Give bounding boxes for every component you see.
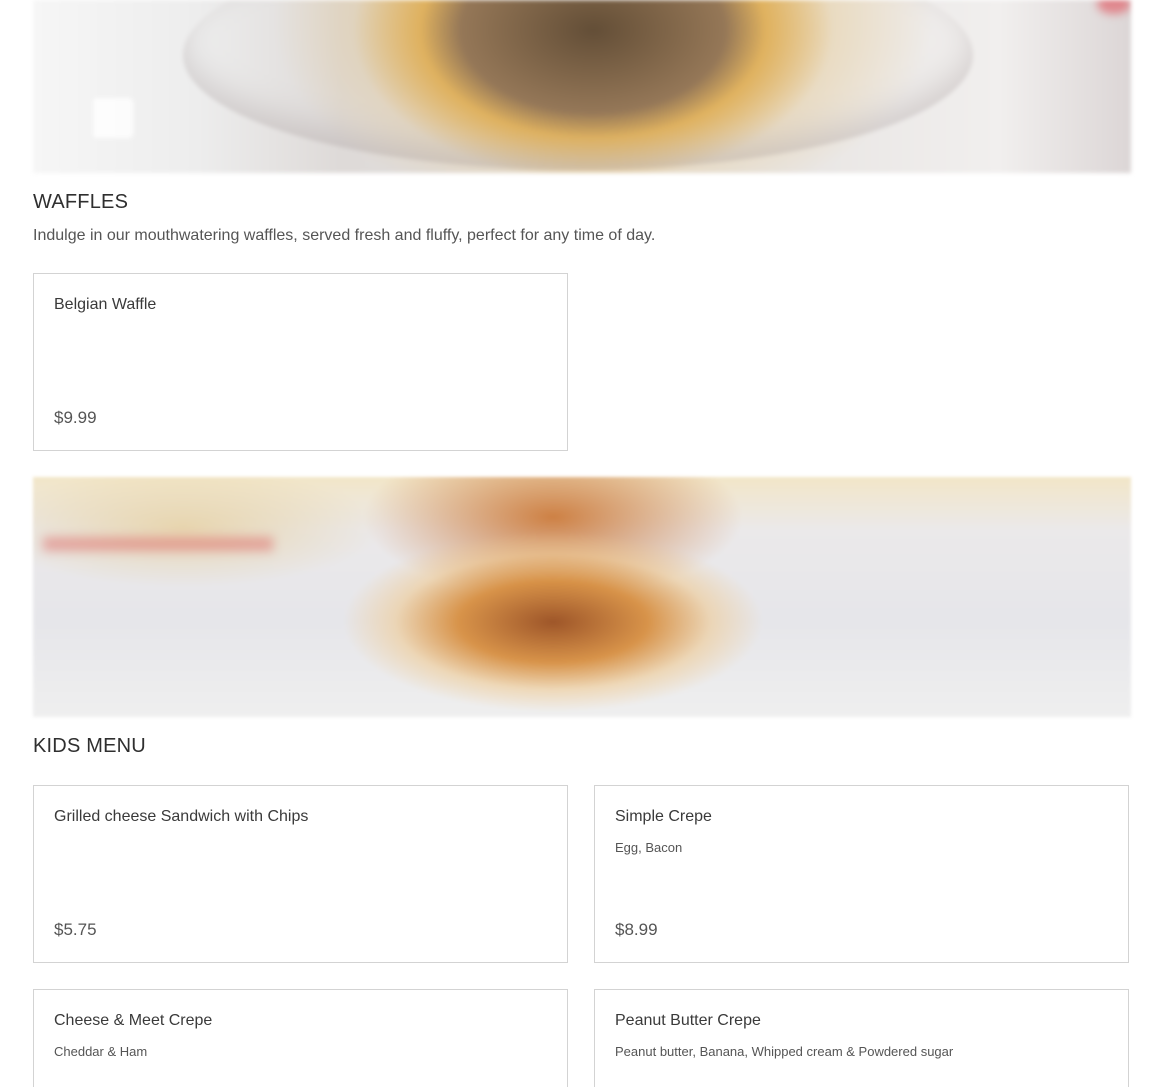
kids-menu-section-title: KIDS MENU [33, 735, 146, 757]
menu-item-name: Peanut Butter Crepe [615, 1012, 761, 1029]
menu-page: WAFFLES Indulge in our mouthwatering waf… [0, 0, 1170, 1087]
waffles-section-description: Indulge in our mouthwatering waffles, se… [33, 227, 656, 244]
waffles-section-title: WAFFLES [33, 191, 129, 213]
menu-item-card: Grilled cheese Sandwich with Chips $5.75 [33, 785, 568, 963]
menu-item-name: Cheese & Meet Crepe [54, 1012, 213, 1029]
menu-item-card: Peanut Butter Crepe Peanut butter, Banan… [594, 989, 1129, 1087]
menu-item-price: $8.99 [615, 920, 658, 939]
menu-item-description: Cheddar & Ham [54, 1044, 148, 1059]
menu-item-card: Simple Crepe Egg, Bacon $8.99 [594, 785, 1129, 963]
menu-item-name: Grilled cheese Sandwich with Chips [54, 808, 309, 825]
menu-item-name: Belgian Waffle [54, 296, 157, 313]
menu-item-price: $5.75 [54, 920, 97, 939]
kids-menu-banner-image [33, 477, 1131, 717]
menu-item-price: $9.99 [54, 408, 97, 427]
menu-item-name: Simple Crepe [615, 808, 712, 825]
waffle-banner-image [33, 0, 1131, 173]
menu-item-description: Egg, Bacon [615, 840, 683, 855]
menu-item-card: Belgian Waffle $9.99 [33, 273, 568, 451]
menu-item-card: Cheese & Meet Crepe Cheddar & Ham [33, 989, 568, 1087]
menu-item-description: Peanut butter, Banana, Whipped cream & P… [615, 1044, 954, 1059]
